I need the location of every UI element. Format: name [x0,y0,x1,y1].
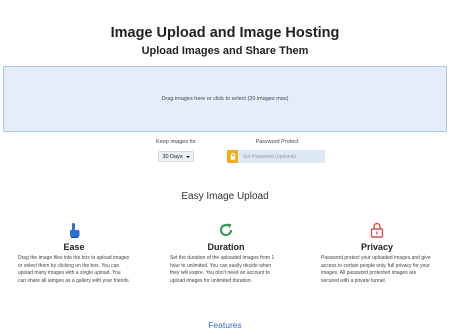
password-protect-label: Password Protect [255,139,299,145]
feature-privacy: Privacy Password protect your uploaded i… [321,222,433,285]
dropzone-text: Drag images here or click to select (20 … [161,96,289,102]
page-title: Image Upload and Image Hosting [110,25,340,41]
feature-title: Ease [63,242,85,252]
keep-duration-select[interactable]: 30 Days [158,151,194,162]
keep-duration-value: 30 Days [162,153,183,160]
feature-duration: Duration Set the duration of the uploade… [170,222,282,285]
image-dropzone[interactable]: Drag images here or click to select (20 … [3,66,447,132]
feature-ease: Ease Drag the image files into the box t… [18,222,130,285]
feature-title: Privacy [360,242,394,252]
refresh-icon [219,223,233,237]
caret-down-icon [185,155,190,158]
feature-text: Set the duration of the uploaded images … [170,255,275,284]
lock-icon [227,150,238,163]
password-input[interactable] [238,150,325,163]
features-link[interactable]: Features [0,320,450,329]
feature-text: Password protect your uploaded images an… [321,255,431,284]
section-title: Easy Image Upload [181,191,269,202]
hand-pointer-icon [70,223,80,238]
keep-images-label: Keep images for [155,139,197,145]
page-subtitle: Upload Images and Share Them [141,45,309,57]
lock-icon [370,222,384,238]
feature-title: Duration [207,242,245,252]
feature-text: Drag the image files into the box to upl… [18,255,130,284]
